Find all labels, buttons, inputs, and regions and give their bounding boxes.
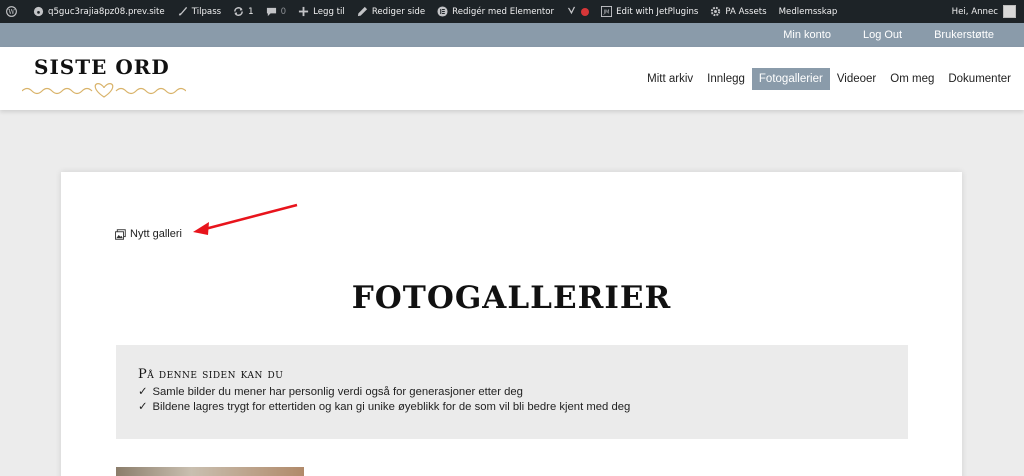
new-gallery-label: Nytt galleri	[130, 228, 182, 240]
utility-bar: Min konto Log Out Brukerstøtte	[0, 23, 1024, 47]
dashboard-icon	[33, 6, 44, 17]
wordpress-icon: W	[6, 6, 17, 17]
edit-page-label: Rediger side	[371, 6, 426, 17]
main-nav: Mitt arkiv Innlegg Fotogallerier Videoer…	[640, 68, 1018, 90]
pa-assets-link[interactable]: PA Assets	[704, 0, 772, 23]
comments-count: 0	[280, 6, 287, 17]
pa-assets-label: PA Assets	[725, 6, 767, 17]
jetplugins-label: Edit with JetPlugins	[616, 6, 699, 17]
yoast-icon	[567, 6, 576, 15]
comment-icon	[266, 7, 276, 17]
info-box: På denne siden kan du ✓ Samle bilder du m…	[116, 345, 908, 439]
svg-text:JM: JM	[603, 10, 610, 16]
greeting-label: Hei, Annec	[951, 6, 998, 17]
avatar	[1003, 5, 1016, 18]
page-title: FOTOGALLERIER	[351, 280, 672, 316]
updates-link[interactable]: 1	[227, 0, 259, 23]
nav-item-om-meg[interactable]: Om meg	[883, 68, 941, 90]
list-item-text: Bildene lagres trygt for ettertiden og k…	[152, 401, 631, 413]
nav-item-innlegg[interactable]: Innlegg	[700, 68, 752, 90]
customize-label: Tilpass	[191, 6, 222, 17]
info-list: ✓ Samle bilder du mener har personlig ver…	[138, 385, 886, 415]
gear-icon	[711, 6, 721, 17]
comments-link[interactable]: 0	[260, 0, 292, 23]
membership-label: Medlemsskap	[778, 6, 838, 17]
edit-elementor-link[interactable]: Redigér med Elementor	[431, 0, 560, 23]
pencil-icon	[357, 6, 367, 17]
jetplugins-link[interactable]: JM Edit with JetPlugins	[595, 0, 704, 23]
status-dot-icon	[581, 7, 590, 16]
refresh-icon	[234, 7, 244, 16]
edit-page-link[interactable]: Rediger side	[351, 0, 431, 23]
nav-item-fotogallerier[interactable]: Fotogallerier	[751, 68, 830, 90]
elementor-icon	[437, 6, 448, 17]
my-account-link[interactable]: Min konto	[783, 29, 831, 41]
nav-item-dokumenter[interactable]: Dokumenter	[941, 68, 1018, 90]
check-icon: ✓	[138, 401, 148, 413]
nav-item-mitt-arkiv[interactable]: Mitt arkiv	[640, 68, 700, 90]
site-logo[interactable]: SISTE ORD	[22, 55, 186, 99]
list-item: ✓ Bildene lagres trygt for ettertiden og …	[138, 400, 886, 415]
site-name-link[interactable]: q5guc3rajia8pz08.prev.site	[27, 0, 171, 23]
add-new-link[interactable]: Legg til	[292, 0, 351, 23]
heart-swirl-icon	[22, 83, 186, 98]
site-header: SISTE ORD Mitt arkiv Innlegg Fotogalleri…	[0, 47, 1024, 110]
content-card: Nytt galleri FOTOGALLERIER På denne side…	[61, 172, 962, 476]
check-icon: ✓	[138, 386, 148, 398]
gallery-icon	[115, 228, 126, 240]
plus-icon	[299, 6, 309, 17]
yoast-link[interactable]	[560, 0, 595, 23]
svg-text:W: W	[8, 8, 15, 16]
membership-link[interactable]: Medlemsskap	[773, 0, 844, 23]
red-arrow-annotation	[193, 203, 298, 235]
edit-elementor-label: Redigér med Elementor	[452, 6, 555, 17]
account-menu[interactable]: Hei, Annec	[952, 0, 1016, 23]
list-item: ✓ Samle bilder du mener har personlig ver…	[138, 385, 886, 400]
customize-link[interactable]: Tilpass	[171, 0, 227, 23]
logo-text: SISTE ORD	[34, 55, 170, 79]
updates-count: 1	[248, 6, 254, 17]
admin-bar: W q5guc3rajia8pz08.prev.site Tilpass 1 0…	[0, 0, 1024, 23]
jetplugins-icon: JM	[601, 6, 613, 17]
brush-icon	[178, 6, 187, 16]
new-gallery-button[interactable]: Nytt galleri	[115, 228, 182, 240]
info-heading: På denne siden kan du	[138, 367, 284, 382]
list-item-text: Samle bilder du mener har personlig verd…	[152, 386, 523, 398]
logout-link[interactable]: Log Out	[863, 29, 902, 41]
gallery-thumbnail[interactable]	[116, 467, 304, 476]
add-new-label: Legg til	[313, 6, 345, 17]
support-link[interactable]: Brukerstøtte	[934, 29, 994, 41]
site-name: q5guc3rajia8pz08.prev.site	[48, 6, 165, 17]
nav-item-videoer[interactable]: Videoer	[830, 68, 883, 90]
wordpress-logo-button[interactable]: W	[0, 0, 27, 23]
